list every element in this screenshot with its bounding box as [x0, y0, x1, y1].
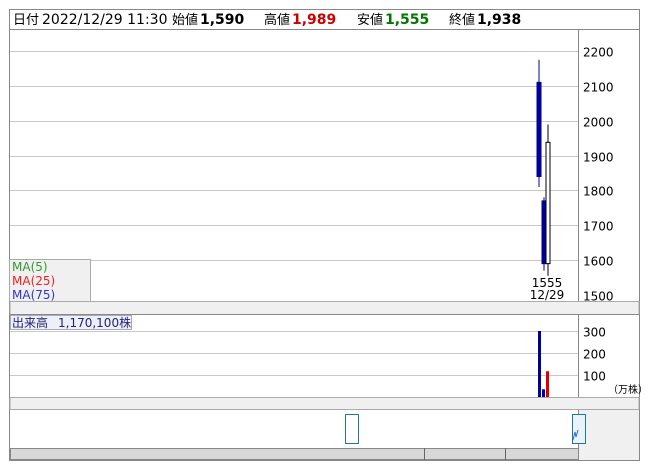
candle-body-c2 [541, 200, 547, 265]
price-tick-1600: 1600 [583, 255, 614, 269]
volume-tick-200: 200 [583, 348, 606, 362]
volume-tick-labels: 100 200 300 [583, 326, 606, 384]
date-label: 日付 [13, 13, 39, 28]
range-navigator[interactable] [10, 410, 639, 460]
close-label: 終値 [449, 12, 475, 28]
ma-legend: MA(5) MA(25) MA(75) [9, 259, 91, 302]
price-tick-1700: 1700 [583, 220, 614, 234]
price-tick-2000: 2000 [583, 116, 614, 130]
volume-tick-100: 100 [583, 370, 606, 384]
volume-value: 1,170,100株 [58, 315, 131, 330]
volume-panel: 100 200 300 出来高 1,170,100株 （万株） [10, 314, 648, 397]
volume-label: 出来高 [12, 315, 48, 330]
volume-bar-v1 [538, 331, 541, 397]
volume-bar-v3 [546, 371, 549, 397]
open-label: 始値 [172, 12, 198, 28]
datetime-value: 2022/12/29 11:30 [42, 12, 168, 28]
price-tick-1900: 1900 [583, 151, 614, 165]
volume-footer-strip [9, 397, 640, 410]
volume-bar-v2 [542, 389, 545, 397]
candle-body-c1 [536, 81, 542, 177]
volume-tick-300: 300 [583, 326, 606, 340]
price-tick-2200: 2200 [583, 46, 614, 60]
high-label: 高値 [264, 12, 290, 28]
price-panel: 15001600170018001900200021002200 [10, 30, 639, 314]
price-tick-2100: 2100 [583, 81, 614, 95]
low-label: 安値 [357, 12, 383, 28]
header-bar: 日付 2022/12/29 11:30 始値 1,590 高値 1,989 安値… [10, 10, 640, 30]
close-value: 1,938 [477, 12, 521, 28]
legend-ma75: MA(75) [12, 288, 55, 302]
navigator-right-handle[interactable] [572, 414, 586, 444]
price-tick-1800: 1800 [583, 185, 614, 199]
stock-chart-canvas: 日付 2022/12/29 11:30 始値 1,590 高値 1,989 安値… [9, 9, 648, 461]
legend-ma5: MA(5) [12, 260, 48, 274]
low-value: 1,555 [385, 12, 429, 28]
navigator-scrollbar[interactable] [10, 448, 579, 460]
date-marker-label: 12/29 [530, 288, 565, 302]
volume-unit: （万株） [608, 383, 648, 396]
high-value: 1,989 [292, 12, 336, 28]
panel-separator [9, 301, 640, 315]
legend-ma25: MA(25) [12, 274, 55, 288]
open-value: 1,590 [200, 12, 245, 28]
navigator-left-handle[interactable] [345, 414, 359, 444]
candle-body-c3 [545, 141, 551, 265]
